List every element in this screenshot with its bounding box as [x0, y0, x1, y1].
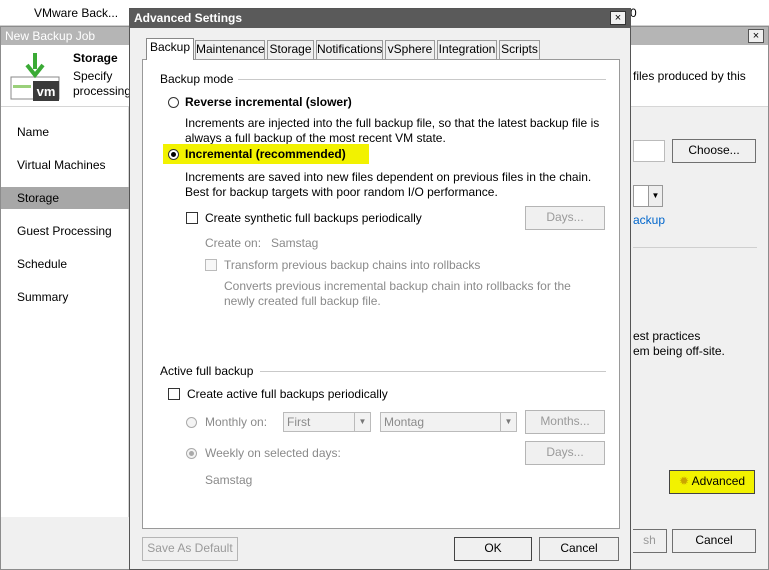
backup-mode-group-label: Backup mode	[160, 72, 234, 86]
transform-rollbacks-checkbox[interactable]	[205, 259, 217, 271]
tab-vsphere[interactable]: vSphere	[385, 40, 435, 59]
chevron-down-icon: ▼	[354, 413, 370, 431]
cancel-button[interactable]: Cancel	[672, 529, 756, 553]
transform-desc-2: newly created full backup file.	[224, 294, 381, 308]
list-item[interactable]: VMware Back...	[34, 6, 118, 20]
cancel-button[interactable]: Cancel	[539, 537, 619, 561]
hint-text-1: est practices	[633, 329, 701, 343]
advanced-button[interactable]: ✹ Advanced	[669, 470, 755, 494]
synthetic-full-label[interactable]: Create synthetic full backups periodical…	[205, 211, 422, 225]
repository-path-field[interactable]	[633, 140, 665, 162]
list-item-fragment: 0	[630, 6, 637, 20]
transform-rollbacks-label[interactable]: Transform previous backup chains into ro…	[224, 258, 480, 272]
active-full-group-label: Active full backup	[160, 364, 254, 378]
active-full-label[interactable]: Create active full backups periodically	[187, 387, 388, 401]
monthly-day-dropdown[interactable]: Montag ▼	[380, 412, 517, 432]
incremental-desc-2: Best for backup targets with poor random…	[185, 185, 498, 199]
tab-storage[interactable]: Storage	[267, 40, 314, 59]
header-title: Storage	[73, 51, 118, 65]
window-title: New Backup Job	[5, 29, 96, 43]
nav-item-summary[interactable]: Summary	[1, 286, 129, 308]
nav-item-guest-processing[interactable]: Guest Processing	[1, 220, 129, 242]
reverse-incremental-label[interactable]: Reverse incremental (slower)	[185, 95, 352, 109]
active-full-checkbox[interactable]	[168, 388, 180, 400]
header-description-right: files produced by this	[633, 69, 746, 83]
gear-icon: ✹	[678, 474, 689, 488]
transform-desc-1: Converts previous incremental backup cha…	[224, 279, 571, 293]
weekly-label[interactable]: Weekly on selected days:	[205, 446, 341, 460]
vm-storage-icon: vm	[10, 53, 60, 101]
nav-item-schedule[interactable]: Schedule	[1, 253, 129, 275]
repository-dropdown[interactable]: ▼	[633, 185, 663, 207]
tab-backup[interactable]: Backup	[146, 38, 194, 60]
close-icon[interactable]: ×	[748, 29, 764, 43]
ok-button[interactable]: OK	[454, 537, 532, 561]
header-description: Specify processing settings for this job…	[73, 69, 132, 101]
incremental-desc-1: Increments are saved into new files depe…	[185, 170, 592, 184]
create-on-label: Create on:	[205, 236, 262, 250]
synthetic-days-button[interactable]: Days...	[525, 206, 605, 230]
monthly-day-value: Montag	[384, 415, 425, 429]
finish-button[interactable]: sh	[633, 529, 667, 553]
dialog-titlebar: Advanced Settings ×	[130, 9, 630, 28]
choose-button[interactable]: Choose...	[672, 139, 756, 163]
chevron-down-icon: ▼	[648, 186, 662, 206]
save-as-default-button[interactable]: Save As Default	[142, 537, 238, 561]
monthly-radio[interactable]	[186, 417, 197, 428]
nav-item-virtual-machines[interactable]: Virtual Machines	[1, 154, 129, 176]
weekly-radio[interactable]	[186, 448, 197, 459]
tab-integration[interactable]: Integration	[437, 40, 497, 59]
tab-notifications[interactable]: Notifications	[316, 40, 383, 59]
nav-item-storage[interactable]: Storage	[1, 187, 129, 209]
nav-item-name[interactable]: Name	[1, 121, 129, 143]
hint-text-2: em being off-site.	[633, 344, 725, 358]
group-divider	[260, 371, 606, 372]
backup-link[interactable]: ackup	[633, 213, 665, 227]
divider	[633, 247, 757, 248]
create-on-value: Samstag	[271, 236, 319, 250]
dialog-title: Advanced Settings	[134, 11, 243, 25]
months-button[interactable]: Months...	[525, 410, 605, 434]
monthly-week-value: First	[287, 415, 311, 429]
weekly-days-button[interactable]: Days...	[525, 441, 605, 465]
group-divider	[238, 79, 606, 80]
close-icon[interactable]: ×	[610, 11, 626, 25]
advanced-settings-dialog: Advanced Settings × Backup Maintenance S…	[129, 8, 631, 570]
synthetic-full-checkbox[interactable]	[186, 212, 198, 224]
tab-scripts[interactable]: Scripts	[499, 40, 540, 59]
backup-tab-panel: Backup mode Reverse incremental (slower)…	[142, 59, 620, 529]
monthly-label[interactable]: Monthly on:	[205, 415, 267, 429]
monthly-week-dropdown[interactable]: First ▼	[283, 412, 371, 432]
wizard-nav: Name Virtual Machines Storage Guest Proc…	[1, 107, 129, 517]
advanced-button-label: Advanced	[691, 474, 746, 488]
reverse-incremental-radio[interactable]	[168, 97, 179, 108]
incremental-label[interactable]: Incremental (recommended)	[185, 147, 346, 161]
tab-maintenance[interactable]: Maintenance	[195, 40, 265, 59]
svg-text:vm: vm	[37, 84, 56, 99]
weekly-days-value: Samstag	[205, 473, 253, 487]
incremental-radio[interactable]	[168, 149, 179, 160]
chevron-down-icon: ▼	[500, 413, 516, 431]
reverse-incremental-desc-1: Increments are injected into the full ba…	[185, 116, 600, 130]
